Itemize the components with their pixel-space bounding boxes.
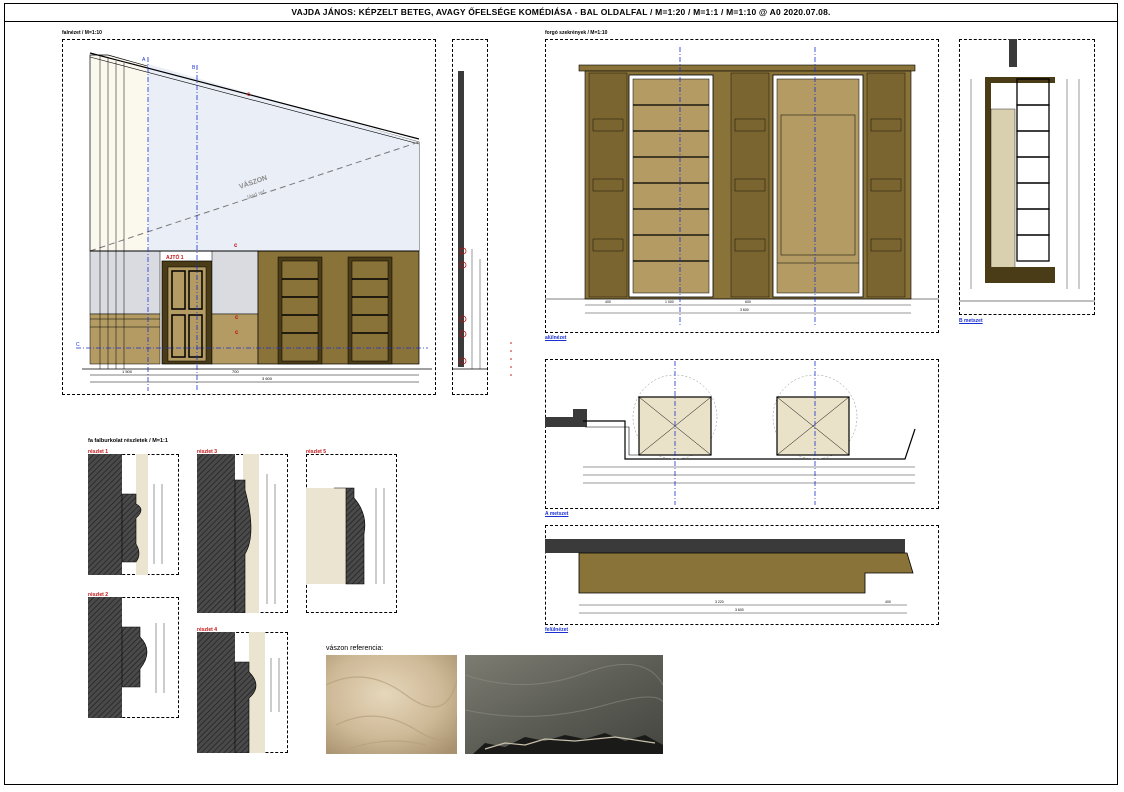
detail-3-drawing [197,454,276,613]
forgo-label: forgó szekrények / M=1:10 [545,30,608,36]
detail-5-drawing [306,487,385,585]
a-metszet-label: A metszet [545,511,569,517]
red-ticks [510,342,512,376]
canvas-area [148,64,419,251]
detail-1-drawing [88,454,163,575]
b-metszet-label: B metszet [959,318,983,324]
svg-text:600: 600 [745,300,751,304]
svg-text:A: A [142,57,146,63]
falnezet-drawing: VÁSZON lásd ref. AJTÓ 1 3 600 1 500 700 … [76,52,432,391]
dim-wall-total: 3 600 [262,376,273,381]
svg-text:1 500: 1 500 [122,369,133,374]
svg-text:3 600: 3 600 [735,608,744,612]
svg-text:3 220: 3 220 [715,600,724,604]
reference-caption: vászon referencia: [326,645,384,652]
door-label: AJTÓ 1 [166,253,184,261]
svg-text:400: 400 [885,600,891,604]
felulnezet-drawing: 3 220 400 3 600 [545,539,914,614]
falnezet-label: falnézet / M=1:10 [62,30,102,36]
svg-text:400: 400 [605,300,611,304]
svg-text:700: 700 [232,369,239,374]
svg-text:B: B [192,65,196,71]
svg-text:3 600: 3 600 [740,308,749,312]
sheet-title: VAJDA JÁNOS: KÉPZELT BETEG, AVAGY ŐFELSÉ… [4,3,1118,22]
detail-4-drawing [197,632,280,753]
detail-2-drawing [88,597,165,718]
side-section-drawing [452,71,488,370]
canvas-reference-1 [326,655,457,754]
b-metszet-drawing [959,39,1095,302]
felulnezet-label: felülnézet [545,627,569,633]
svg-text:C: C [76,342,80,348]
alulnezet-label: alülnézet [545,335,567,341]
faburkolat-title: fa falburkolat részletek / M=1:1 [88,438,168,444]
a-metszet-drawing [545,361,916,505]
forgo-drawing: 400 1 000 600 3 600 [545,47,939,327]
canvas-reference-2 [465,655,663,754]
svg-text:1 000: 1 000 [665,300,674,304]
